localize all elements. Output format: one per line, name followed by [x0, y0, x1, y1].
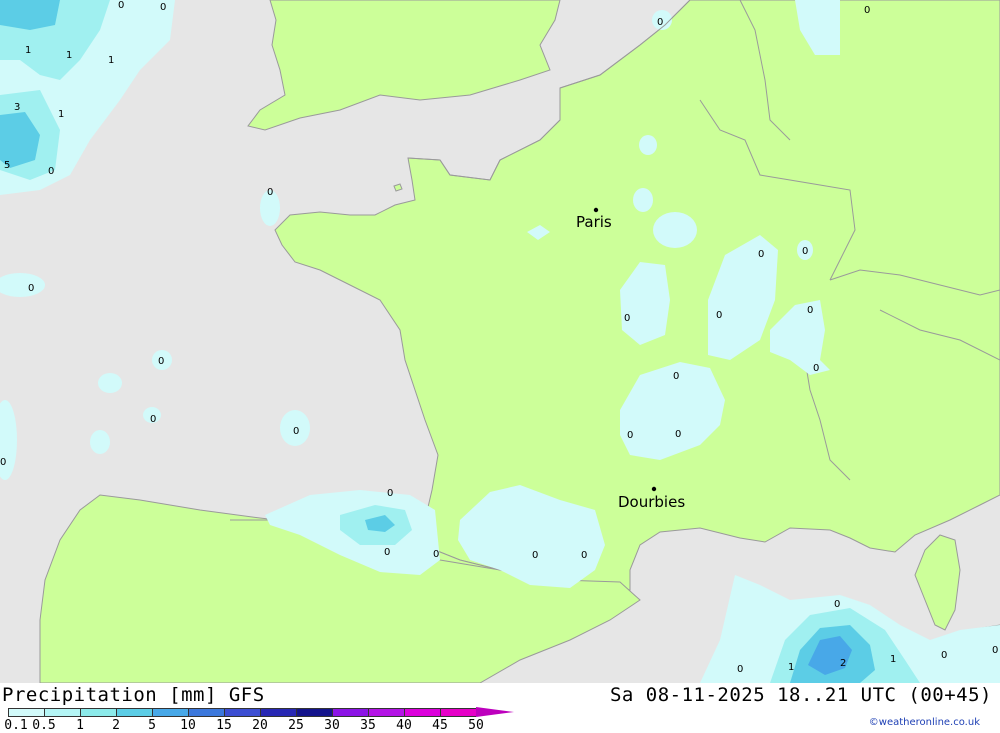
precip-value: 0: [807, 305, 813, 316]
precip-value: 1: [25, 45, 31, 56]
city-marker-paris: [593, 207, 599, 213]
valid-time: Sa 08-11-2025 18..21 UTC (00+45): [609, 684, 992, 706]
precip-value: 1: [890, 654, 896, 665]
scale-swatch: [224, 708, 260, 717]
precip-value: 0: [627, 430, 633, 441]
scale-swatch: [368, 708, 404, 717]
precip-value: 0: [293, 426, 299, 437]
precip-value: 0: [992, 645, 998, 656]
precip-value: 0: [433, 549, 439, 560]
scale-tick-label: 35: [360, 718, 376, 733]
precip-value: 0: [675, 429, 681, 440]
scale-arrow: [476, 707, 514, 717]
precip-value: 0: [28, 283, 34, 294]
scale-tick-label: 25: [288, 718, 304, 733]
precip-value: 2: [840, 658, 846, 669]
precip-value: 0: [384, 547, 390, 558]
scale-tick-label: 1: [76, 718, 84, 733]
scale-swatch: [296, 708, 332, 717]
precip-value: 0: [150, 414, 156, 425]
precip-value: 5: [4, 160, 10, 171]
precip-value: 0: [387, 488, 393, 499]
precip-value: 3: [14, 102, 20, 113]
scale-swatch: [440, 708, 476, 717]
precip-value: 0: [118, 0, 124, 11]
scale-tick-label: 2: [112, 718, 120, 733]
city-marker-dourbies: [651, 486, 657, 492]
city-label-paris: Paris: [576, 213, 612, 231]
map-footer: Precipitation [mm] GFS Sa 08-11-2025 18.…: [0, 683, 1000, 733]
scale-tick-label: 50: [468, 718, 484, 733]
scale-tick-label: 45: [432, 718, 448, 733]
precipitation-map[interactable]: Paris Dourbies 0 0 1 1 1 3 1 5 0 0 0 0 0…: [0, 0, 1000, 683]
scale-tick-label: 0.1: [4, 718, 28, 733]
precip-value: 0: [813, 363, 819, 374]
scale-swatch: [116, 708, 152, 717]
color-scale: [8, 707, 514, 717]
precip-value: 0: [0, 457, 6, 468]
scale-tick-label: 30: [324, 718, 340, 733]
precip-value: 0: [802, 246, 808, 257]
map-canvas: Paris Dourbies 0 0 1 1 1 3 1 5 0 0 0 0 0…: [0, 0, 1000, 683]
city-label-dourbies: Dourbies: [618, 493, 685, 511]
scale-tick-label: 20: [252, 718, 268, 733]
scale-tick-label: 10: [180, 718, 196, 733]
scale-tick-label: 40: [396, 718, 412, 733]
scale-swatch: [44, 708, 80, 717]
precip-value: 1: [58, 109, 64, 120]
precip-value: 0: [716, 310, 722, 321]
precip-value: 0: [160, 2, 166, 13]
precip-value: 0: [864, 5, 870, 16]
scale-swatch: [332, 708, 368, 717]
precip-value: 0: [737, 664, 743, 675]
precip-value: 0: [941, 650, 947, 661]
precip-value: 0: [657, 17, 663, 28]
precip-value: 0: [758, 249, 764, 260]
credit-link[interactable]: ©weatheronline.co.uk: [869, 717, 980, 728]
scale-swatch: [8, 708, 44, 717]
scale-tick-label: 5: [148, 718, 156, 733]
precip-value: 0: [581, 550, 587, 561]
precip-value: 0: [834, 599, 840, 610]
precip-value: 1: [108, 55, 114, 66]
precip-value: 0: [267, 187, 273, 198]
scale-swatch: [80, 708, 116, 717]
precip-value: 0: [532, 550, 538, 561]
precip-value: 0: [624, 313, 630, 324]
scale-swatch: [188, 708, 224, 717]
precip-value: 0: [48, 166, 54, 177]
precip-value: 0: [673, 371, 679, 382]
precip-value: 0: [158, 356, 164, 367]
precip-value: 1: [788, 662, 794, 673]
color-scale-ticks: 0.1 0.5 1 2 5 10 15 20 25 30 35 40 45 50: [0, 718, 560, 733]
scale-tick-label: 15: [216, 718, 232, 733]
map-title: Precipitation [mm] GFS: [2, 684, 265, 706]
precip-value: 1: [66, 50, 72, 61]
scale-swatch: [404, 708, 440, 717]
scale-swatch: [152, 708, 188, 717]
scale-swatch: [260, 708, 296, 717]
scale-tick-label: 0.5: [32, 718, 56, 733]
